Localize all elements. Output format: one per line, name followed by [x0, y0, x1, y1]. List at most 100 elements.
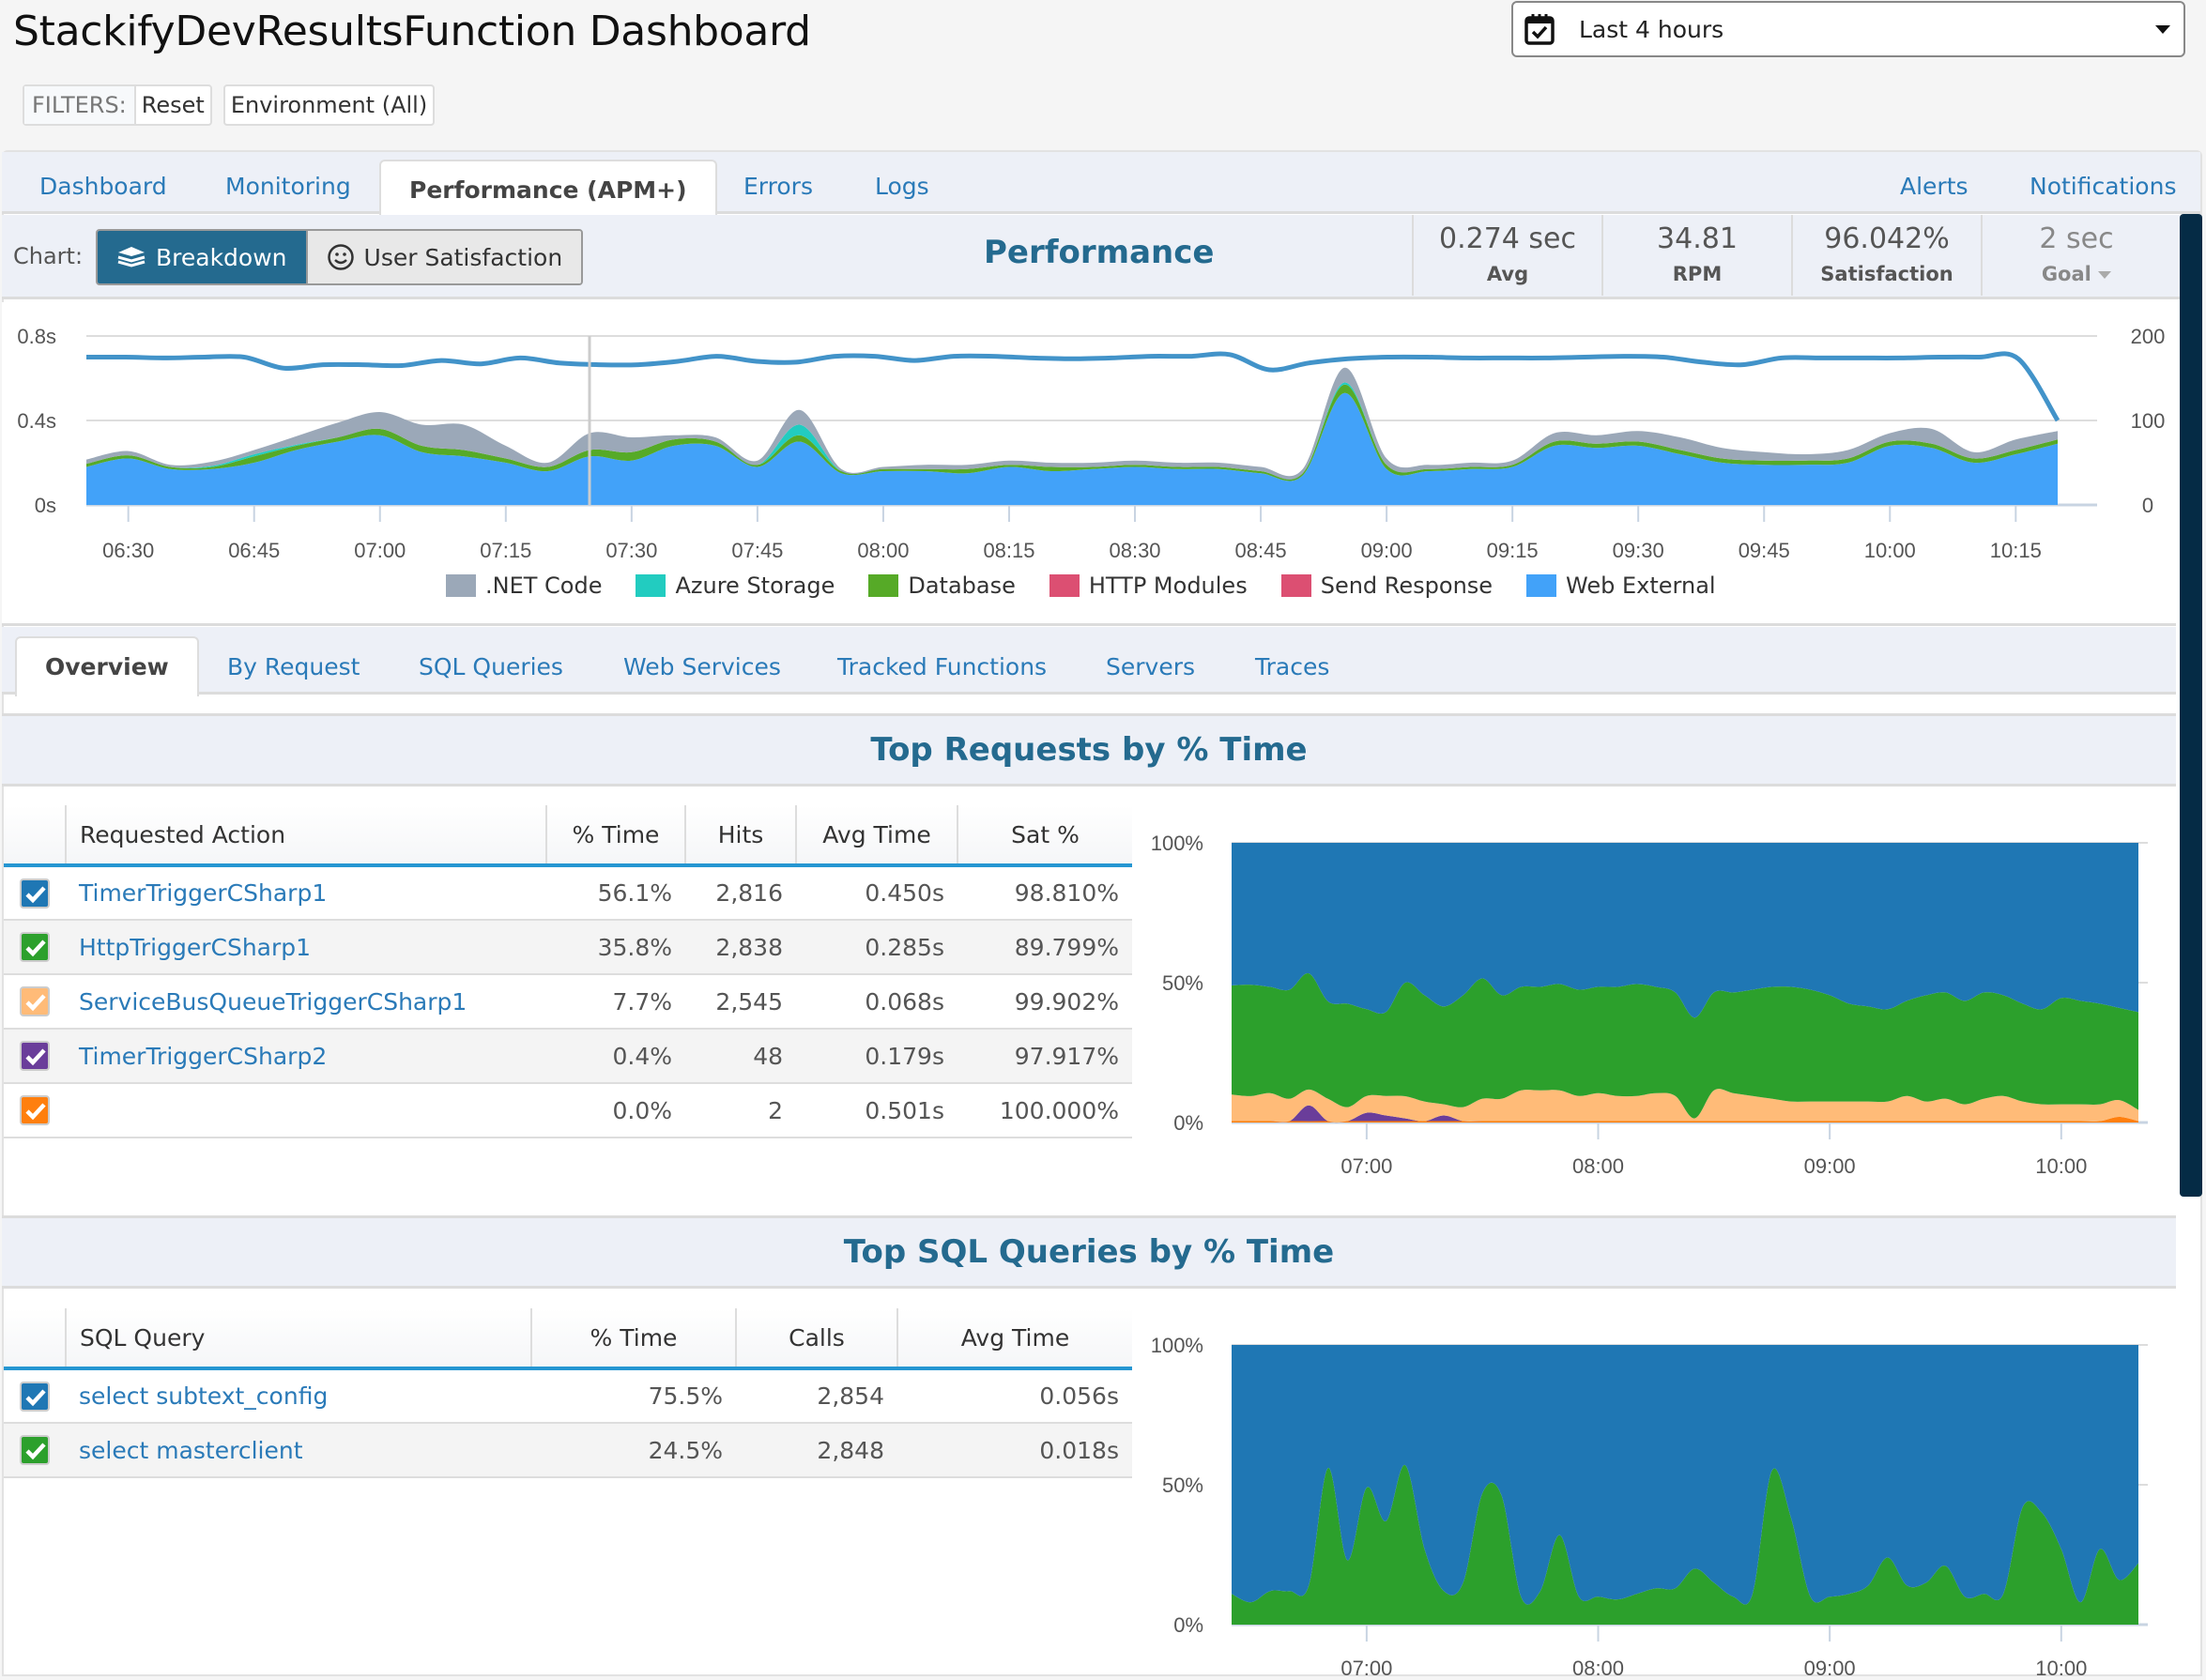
request-name-link[interactable]: TimerTriggerCSharp2	[66, 1029, 546, 1084]
x-tick-label: 08:00	[1572, 1154, 1624, 1173]
row-checkbox[interactable]	[4, 974, 66, 1030]
tab-logs[interactable]: Logs	[875, 152, 929, 214]
sat-cell: 97.917%	[957, 1029, 1132, 1084]
legend-item-database[interactable]: Database	[868, 573, 1016, 599]
sql-query-link[interactable]: select subtext_config	[66, 1368, 531, 1424]
table-row[interactable]: ServiceBusQueueTriggerCSharp1 7.7% 2,545 0.…	[4, 974, 1132, 1030]
reset-filters-button[interactable]: Reset	[136, 86, 210, 124]
stat-rpm-value: 34.81	[1657, 222, 1738, 255]
sql-query-link[interactable]: select masterclient	[66, 1423, 531, 1478]
request-name-link[interactable]: ServiceBusQueueTriggerCSharp1	[66, 974, 546, 1030]
stat-goal-value: 2 sec	[2039, 222, 2114, 255]
legend-item-web-external[interactable]: Web External	[1526, 573, 1716, 599]
tab-dashboard[interactable]: Dashboard	[39, 152, 167, 214]
y-tick-label: 100%	[1151, 832, 1203, 855]
area-series-web-external	[86, 392, 2058, 505]
row-checkbox[interactable]	[4, 1368, 66, 1424]
stat-avg-label: Avg	[1486, 263, 1529, 285]
x-tick-label: 06:45	[228, 539, 280, 562]
subtab-web-services[interactable]: Web Services	[623, 627, 781, 695]
legend-item-azure-storage[interactable]: Azure Storage	[636, 573, 835, 599]
x-tick-label: 07:15	[480, 539, 531, 562]
stat-goal[interactable]: 2 sec Goal	[1981, 215, 2170, 296]
legend-item-http-modules[interactable]: HTTP Modules	[1049, 573, 1248, 599]
date-range-dropdown[interactable]: Last 4 hours	[1511, 1, 2185, 57]
environment-filter-label[interactable]: Environment (All)	[225, 86, 433, 124]
subtab-tracked-functions[interactable]: Tracked Functions	[837, 627, 1047, 695]
scrollbar[interactable]	[2180, 214, 2202, 1197]
user-satisfaction-button[interactable]: User Satisfaction	[305, 231, 582, 283]
checkbox-icon[interactable]	[20, 1435, 50, 1465]
tab-errors[interactable]: Errors	[743, 152, 813, 214]
hits-cell: 2,816	[685, 865, 796, 921]
subtab-servers[interactable]: Servers	[1106, 627, 1195, 695]
pct-time-cell: 24.5%	[531, 1423, 736, 1478]
legend-swatch	[446, 574, 476, 597]
row-checkbox[interactable]	[4, 1083, 66, 1138]
table-row[interactable]: HttpTriggerCSharp1 35.8% 2,838 0.285s 89.799…	[4, 920, 1132, 975]
table-header-row: SQL Query % Time Calls Avg Time	[4, 1308, 1132, 1370]
row-checkbox[interactable]	[4, 1029, 66, 1084]
y-tick-label: 0.4s	[17, 409, 56, 433]
legend-swatch	[636, 574, 666, 597]
request-name-link[interactable]: HttpTriggerCSharp1	[66, 920, 546, 975]
tab-notifications[interactable]: Notifications	[2030, 152, 2176, 214]
row-checkbox[interactable]	[4, 920, 66, 975]
tab-performance[interactable]: Performance (APM+)	[379, 160, 717, 217]
table-row[interactable]: 0.0% 2 0.501s 100.000%	[4, 1083, 1132, 1138]
column-header-pct-time[interactable]: % Time	[546, 805, 686, 867]
table-row[interactable]: TimerTriggerCSharp1 56.1% 2,816 0.450s 98.81…	[4, 865, 1132, 921]
calendar-check-icon	[1524, 14, 1555, 45]
tab-monitoring[interactable]: Monitoring	[225, 152, 351, 214]
table-header-row: Requested Action % Time Hits Avg Time Sa…	[4, 805, 1132, 867]
column-header-calls[interactable]: Calls	[736, 1308, 898, 1370]
column-header-sql-query[interactable]: SQL Query	[66, 1308, 532, 1370]
legend-label: Azure Storage	[675, 573, 835, 599]
subtab-traces[interactable]: Traces	[1255, 627, 1329, 695]
column-header-sat[interactable]: Sat %	[957, 805, 1132, 867]
subtab-by-request[interactable]: By Request	[227, 627, 360, 695]
legend-label: Send Response	[1320, 573, 1494, 599]
row-checkbox[interactable]	[4, 1423, 66, 1478]
environment-filter[interactable]: Environment (All)	[222, 84, 436, 126]
legend-item-net-code[interactable]: .NET Code	[446, 573, 602, 599]
checkbox-icon[interactable]	[20, 932, 50, 962]
legend-label: HTTP Modules	[1088, 573, 1248, 599]
top-requests-table: Requested Action % Time Hits Avg Time Sa…	[4, 805, 1132, 1138]
subtab-sql-queries[interactable]: SQL Queries	[419, 627, 563, 695]
tab-alerts[interactable]: Alerts	[1900, 152, 1969, 214]
avg-time-cell: 0.179s	[796, 1029, 957, 1084]
column-header-pct-time[interactable]: % Time	[531, 1308, 737, 1370]
chart-mode-toggle: Breakdown User Satisfaction	[96, 229, 584, 285]
legend-item-send-response[interactable]: Send Response	[1280, 573, 1494, 599]
breakdown-button[interactable]: Breakdown	[98, 231, 306, 283]
table-row[interactable]: select masterclient 24.5% 2,848 0.018s	[4, 1423, 1132, 1478]
checkbox-icon[interactable]	[20, 1381, 50, 1412]
checkbox-icon[interactable]	[20, 1095, 50, 1125]
x-tick-label: 08:15	[983, 539, 1034, 562]
checkbox-icon[interactable]	[20, 878, 50, 909]
row-checkbox[interactable]	[4, 865, 66, 921]
subtab-overview[interactable]: Overview	[15, 636, 199, 696]
sat-cell: 98.810%	[957, 865, 1132, 921]
stat-satisfaction-value: 96.042%	[1824, 222, 1950, 255]
column-header-requested-action[interactable]: Requested Action	[66, 805, 547, 867]
legend-label: .NET Code	[485, 573, 603, 599]
checkbox-icon[interactable]	[20, 1041, 50, 1071]
request-name-link[interactable]: TimerTriggerCSharp1	[66, 865, 546, 921]
x-tick-label: 08:45	[1235, 539, 1287, 562]
column-header-avg-time[interactable]: Avg Time	[796, 805, 958, 867]
checkmark-icon	[25, 939, 46, 957]
table-row[interactable]: TimerTriggerCSharp2 0.4% 48 0.179s 97.917%	[4, 1029, 1132, 1084]
stat-goal-label[interactable]: Goal	[1983, 263, 2170, 285]
checkbox-icon[interactable]	[20, 986, 50, 1016]
avg-time-cell: 0.056s	[897, 1368, 1132, 1424]
y-right-tick-label: 0	[2142, 494, 2153, 517]
rpm-line	[85, 351, 2060, 422]
x-tick-label: 07:30	[605, 539, 657, 562]
calls-cell: 2,848	[736, 1423, 897, 1478]
request-name-link[interactable]	[66, 1083, 546, 1138]
table-row[interactable]: select subtext_config 75.5% 2,854 0.056s	[4, 1368, 1132, 1424]
column-header-hits[interactable]: Hits	[685, 805, 797, 867]
column-header-avg-time[interactable]: Avg Time	[897, 1308, 1132, 1370]
